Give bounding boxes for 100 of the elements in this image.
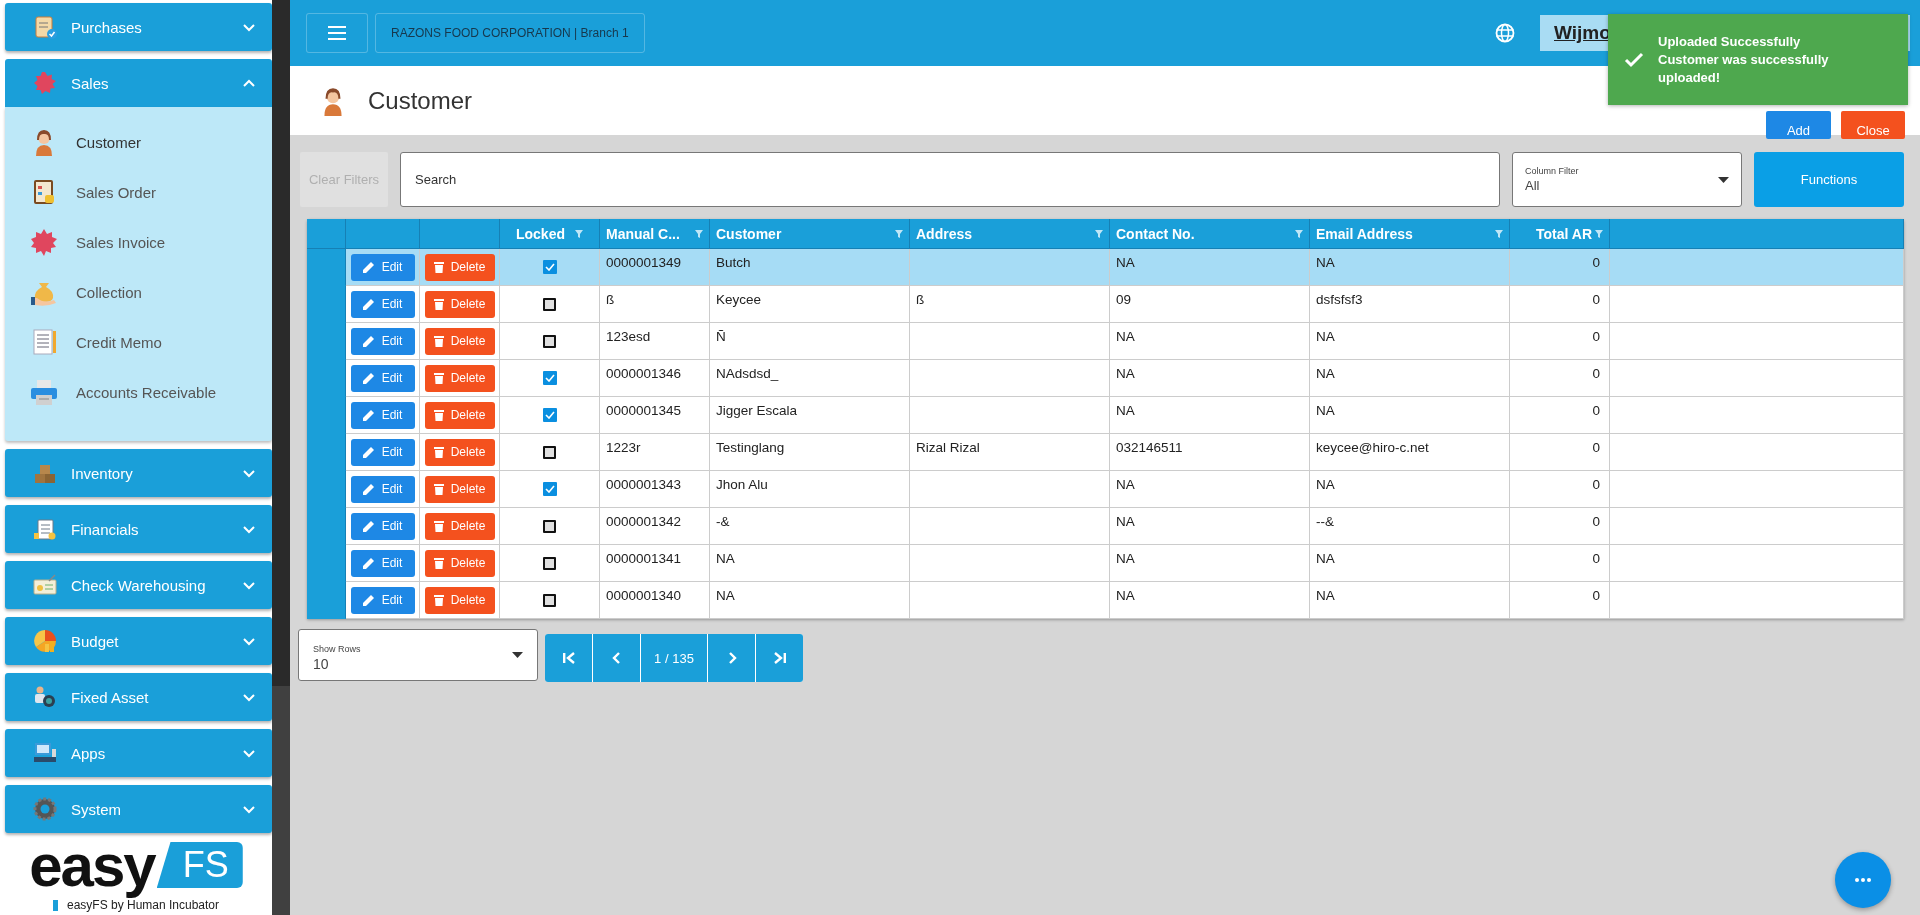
functions-button[interactable]: Functions bbox=[1754, 152, 1904, 207]
delete-button[interactable]: Delete bbox=[424, 438, 495, 466]
submenu-item[interactable]: Accounts Receivable bbox=[5, 367, 272, 417]
close-button[interactable]: Close bbox=[1841, 110, 1905, 139]
pencil-icon bbox=[362, 372, 375, 384]
first-page-button[interactable] bbox=[545, 634, 592, 682]
filter-icon bbox=[1295, 229, 1303, 238]
delete-button[interactable]: Delete bbox=[424, 549, 495, 577]
menu-section[interactable]: Sales bbox=[5, 59, 272, 107]
filter-icon bbox=[575, 229, 583, 238]
filter-icon bbox=[1495, 229, 1503, 238]
submenu-item[interactable]: Customer bbox=[5, 117, 272, 167]
table-cell: NA bbox=[1110, 360, 1310, 397]
table-cell: -& bbox=[710, 508, 910, 545]
edit-button[interactable]: Edit bbox=[350, 512, 415, 540]
checkbox[interactable] bbox=[543, 593, 556, 607]
column-header[interactable]: Email Address bbox=[1310, 219, 1510, 249]
delete-button[interactable]: Delete bbox=[424, 253, 495, 281]
edit-button[interactable]: Edit bbox=[350, 438, 415, 466]
company-label[interactable]: RAZONS FOOD CORPORATION | Branch 1 bbox=[375, 13, 645, 53]
table-cell: 0000001349 bbox=[600, 249, 710, 286]
next-page-button[interactable] bbox=[708, 634, 755, 682]
table-cell: NAdsdsd_ bbox=[710, 360, 910, 397]
table-cell: NA bbox=[1110, 249, 1310, 286]
checkbox[interactable] bbox=[542, 408, 557, 422]
column-header[interactable]: Contact No. bbox=[1110, 219, 1310, 249]
column-header[interactable]: Total AR bbox=[1510, 219, 1610, 249]
checkbox[interactable] bbox=[542, 371, 557, 385]
submenu-item[interactable]: Credit Memo bbox=[5, 317, 272, 367]
table-cell: keycee@hiro-c.net bbox=[1310, 434, 1510, 471]
previous-page-button[interactable] bbox=[593, 634, 640, 682]
table-cell: 032146511 bbox=[1110, 434, 1310, 471]
column-header[interactable]: Locked bbox=[500, 219, 600, 249]
menu-section[interactable]: System bbox=[5, 785, 272, 833]
add-button[interactable]: Add bbox=[1766, 110, 1831, 139]
delete-button[interactable]: Delete bbox=[424, 401, 495, 429]
column-header[interactable]: Manual C... bbox=[600, 219, 710, 249]
menu-section[interactable]: Financials bbox=[5, 505, 272, 553]
search-field[interactable]: Search bbox=[400, 152, 1500, 207]
submenu-item[interactable]: Collection bbox=[5, 267, 272, 317]
row-header[interactable] bbox=[307, 249, 346, 286]
delete-button[interactable]: Delete bbox=[424, 512, 495, 540]
table-cell: 0 bbox=[1510, 582, 1610, 619]
edit-button[interactable]: Edit bbox=[350, 253, 415, 281]
edit-button[interactable]: Edit bbox=[350, 401, 415, 429]
checkbox[interactable] bbox=[543, 519, 556, 533]
more-button[interactable] bbox=[1835, 852, 1891, 908]
delete-button[interactable]: Delete bbox=[424, 290, 495, 318]
checkbox[interactable] bbox=[543, 445, 556, 459]
edit-button[interactable]: Edit bbox=[350, 364, 415, 392]
delete-button[interactable]: Delete bbox=[424, 586, 495, 614]
dropdown-caret-icon bbox=[1718, 176, 1729, 183]
check-icon bbox=[544, 485, 555, 493]
menu-section[interactable]: Budget bbox=[5, 617, 272, 665]
menu-section[interactable]: Inventory bbox=[5, 449, 272, 497]
menu-section[interactable]: Check Warehousing bbox=[5, 561, 272, 609]
toast-message: Uploaded Successfully Customer was successfully uploaded! bbox=[1658, 32, 1830, 87]
menu-button[interactable] bbox=[306, 13, 368, 53]
field-label: Show Rows bbox=[313, 644, 362, 654]
trash-icon bbox=[433, 372, 444, 384]
delete-button[interactable]: Delete bbox=[424, 327, 495, 355]
last-page-button[interactable] bbox=[756, 634, 803, 682]
checkbox[interactable] bbox=[543, 556, 556, 570]
menu-section[interactable]: Fixed Asset bbox=[5, 673, 272, 721]
pencil-icon bbox=[362, 335, 375, 347]
delete-button[interactable]: Delete bbox=[424, 364, 495, 392]
edit-button[interactable]: Edit bbox=[350, 290, 415, 318]
edit-button[interactable]: Edit bbox=[350, 586, 415, 614]
column-filter-dropdown[interactable]: Column Filter All bbox=[1512, 152, 1742, 207]
table-cell: Keycee bbox=[710, 286, 910, 323]
delete-button[interactable]: Delete bbox=[424, 475, 495, 503]
table-cell: 0 bbox=[1510, 397, 1610, 434]
checkbox[interactable] bbox=[543, 297, 556, 311]
submenu-item[interactable]: Sales Order bbox=[5, 167, 272, 217]
show-rows-dropdown[interactable]: Show Rows 10 bbox=[298, 629, 538, 681]
column-header[interactable]: Customer bbox=[710, 219, 910, 249]
checkbox[interactable] bbox=[543, 334, 556, 348]
edit-button[interactable]: Edit bbox=[350, 475, 415, 503]
edit-button[interactable]: Edit bbox=[350, 327, 415, 355]
column-header[interactable]: Address bbox=[910, 219, 1110, 249]
check-icon bbox=[544, 411, 555, 419]
dropdown-caret-icon bbox=[512, 652, 523, 658]
edit-button[interactable]: Edit bbox=[350, 549, 415, 577]
scrollbar[interactable] bbox=[272, 0, 290, 915]
submenu-item[interactable]: Sales Invoice bbox=[5, 217, 272, 267]
sale-tag-icon bbox=[33, 71, 57, 95]
pencil-icon bbox=[362, 409, 375, 421]
menu-section[interactable]: Purchases bbox=[5, 3, 272, 51]
trash-icon bbox=[433, 557, 444, 569]
menu-section[interactable]: Apps bbox=[5, 729, 272, 777]
row-header[interactable] bbox=[307, 582, 346, 619]
table-cell: 0 bbox=[1510, 286, 1610, 323]
table-cell: NA bbox=[1310, 545, 1510, 582]
clipboard-icon bbox=[33, 15, 57, 39]
checkbox[interactable] bbox=[542, 260, 557, 274]
table-cell: 0000001340 bbox=[600, 582, 710, 619]
table-cell: NA bbox=[1310, 360, 1510, 397]
table-cell: 0000001341 bbox=[600, 545, 710, 582]
globe-icon bbox=[1495, 23, 1515, 43]
checkbox[interactable] bbox=[542, 482, 557, 496]
